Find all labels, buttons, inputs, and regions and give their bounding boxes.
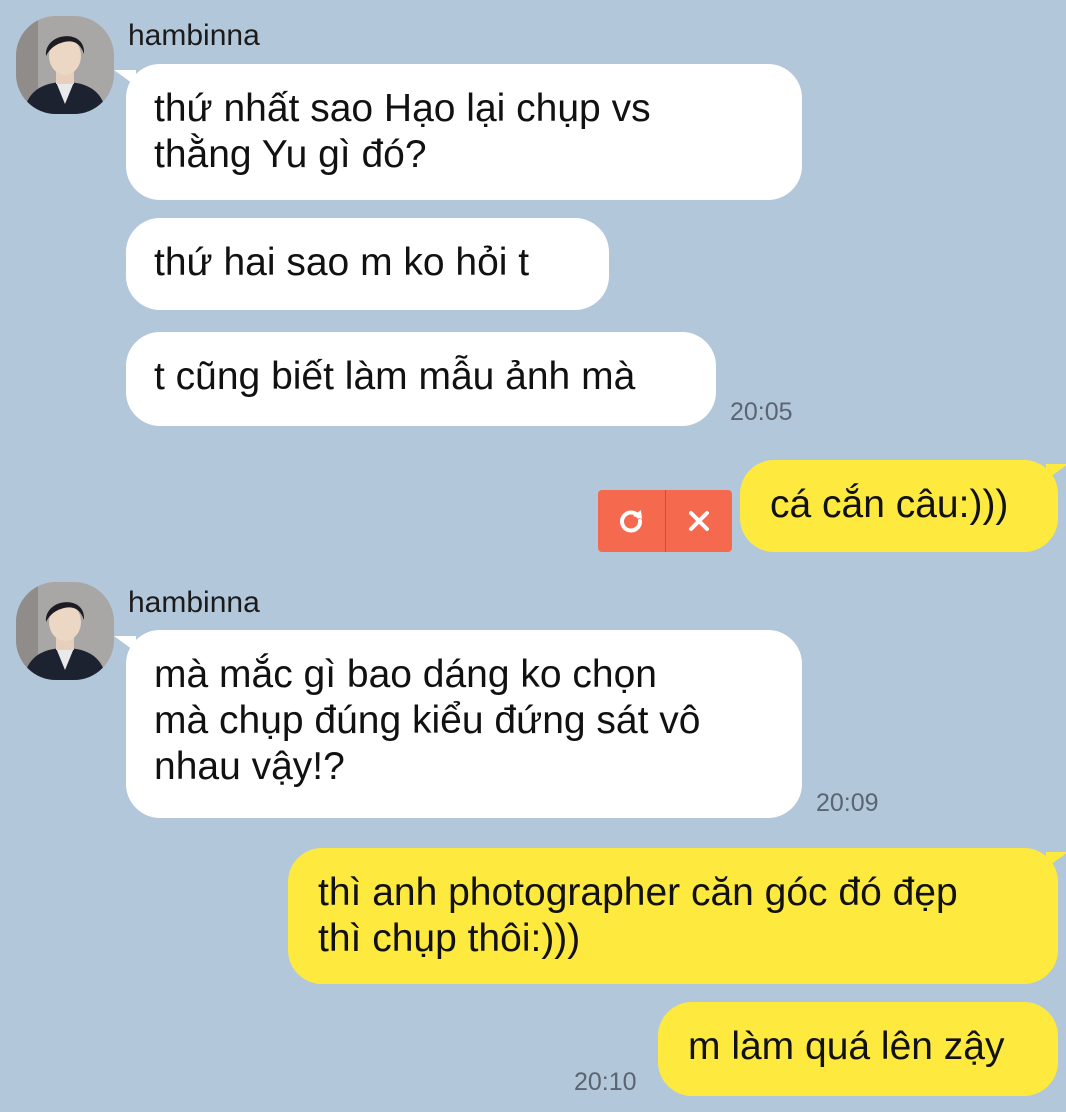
message-timestamp: 20:05 [730,398,793,426]
message-bubble[interactable]: cá cắn câu:))) [740,460,1066,552]
message-text-line: cá cắn câu:))) [770,483,1009,526]
message-bubble[interactable]: thứ nhất sao Hạo lại chụp vs thằng Yu gì… [114,64,802,200]
delete-button[interactable] [666,490,733,552]
retry-button[interactable] [598,490,665,552]
sender-name: hambinna [128,586,260,619]
message-text-line: thứ hai sao m ko hỏi t [154,241,530,284]
close-icon [688,511,709,531]
message-bubble[interactable]: m làm quá lên zậy [658,1002,1058,1096]
message-text-line: thằng Yu gì đó? [154,133,427,176]
message-text-line: mà mắc gì bao dáng ko chọn [154,653,657,696]
message-bubble[interactable]: t cũng biết làm mẫu ảnh mà [126,332,716,426]
message-text-line: t cũng biết làm mẫu ảnh mà [154,355,636,398]
message-timestamp: 20:09 [816,789,879,817]
sender-name: hambinna [128,19,260,52]
message-text-line: thì chụp thôi:))) [318,917,581,960]
message-text-line: nhau vậy!? [154,745,345,788]
message-bubble[interactable]: thì anh photographer căn góc đó đẹp thì … [288,848,1066,984]
retry-icon [620,510,643,533]
message-text-line: m làm quá lên zậy [688,1025,1005,1068]
message-timestamp: 20:10 [574,1068,637,1096]
message-text-line: thứ nhất sao Hạo lại chụp vs [154,87,651,130]
message-bubble[interactable]: mà mắc gì bao dáng ko chọn mà chụp đúng … [114,630,802,818]
sender-avatar[interactable] [16,16,114,114]
sender-avatar[interactable] [16,582,114,680]
message-bubble[interactable]: thứ hai sao m ko hỏi t [126,218,609,310]
message-text-line: thì anh photographer căn góc đó đẹp [318,871,958,914]
message-text-line: mà chụp đúng kiểu đứng sát vô [154,699,701,742]
failed-send-actions [598,490,732,552]
